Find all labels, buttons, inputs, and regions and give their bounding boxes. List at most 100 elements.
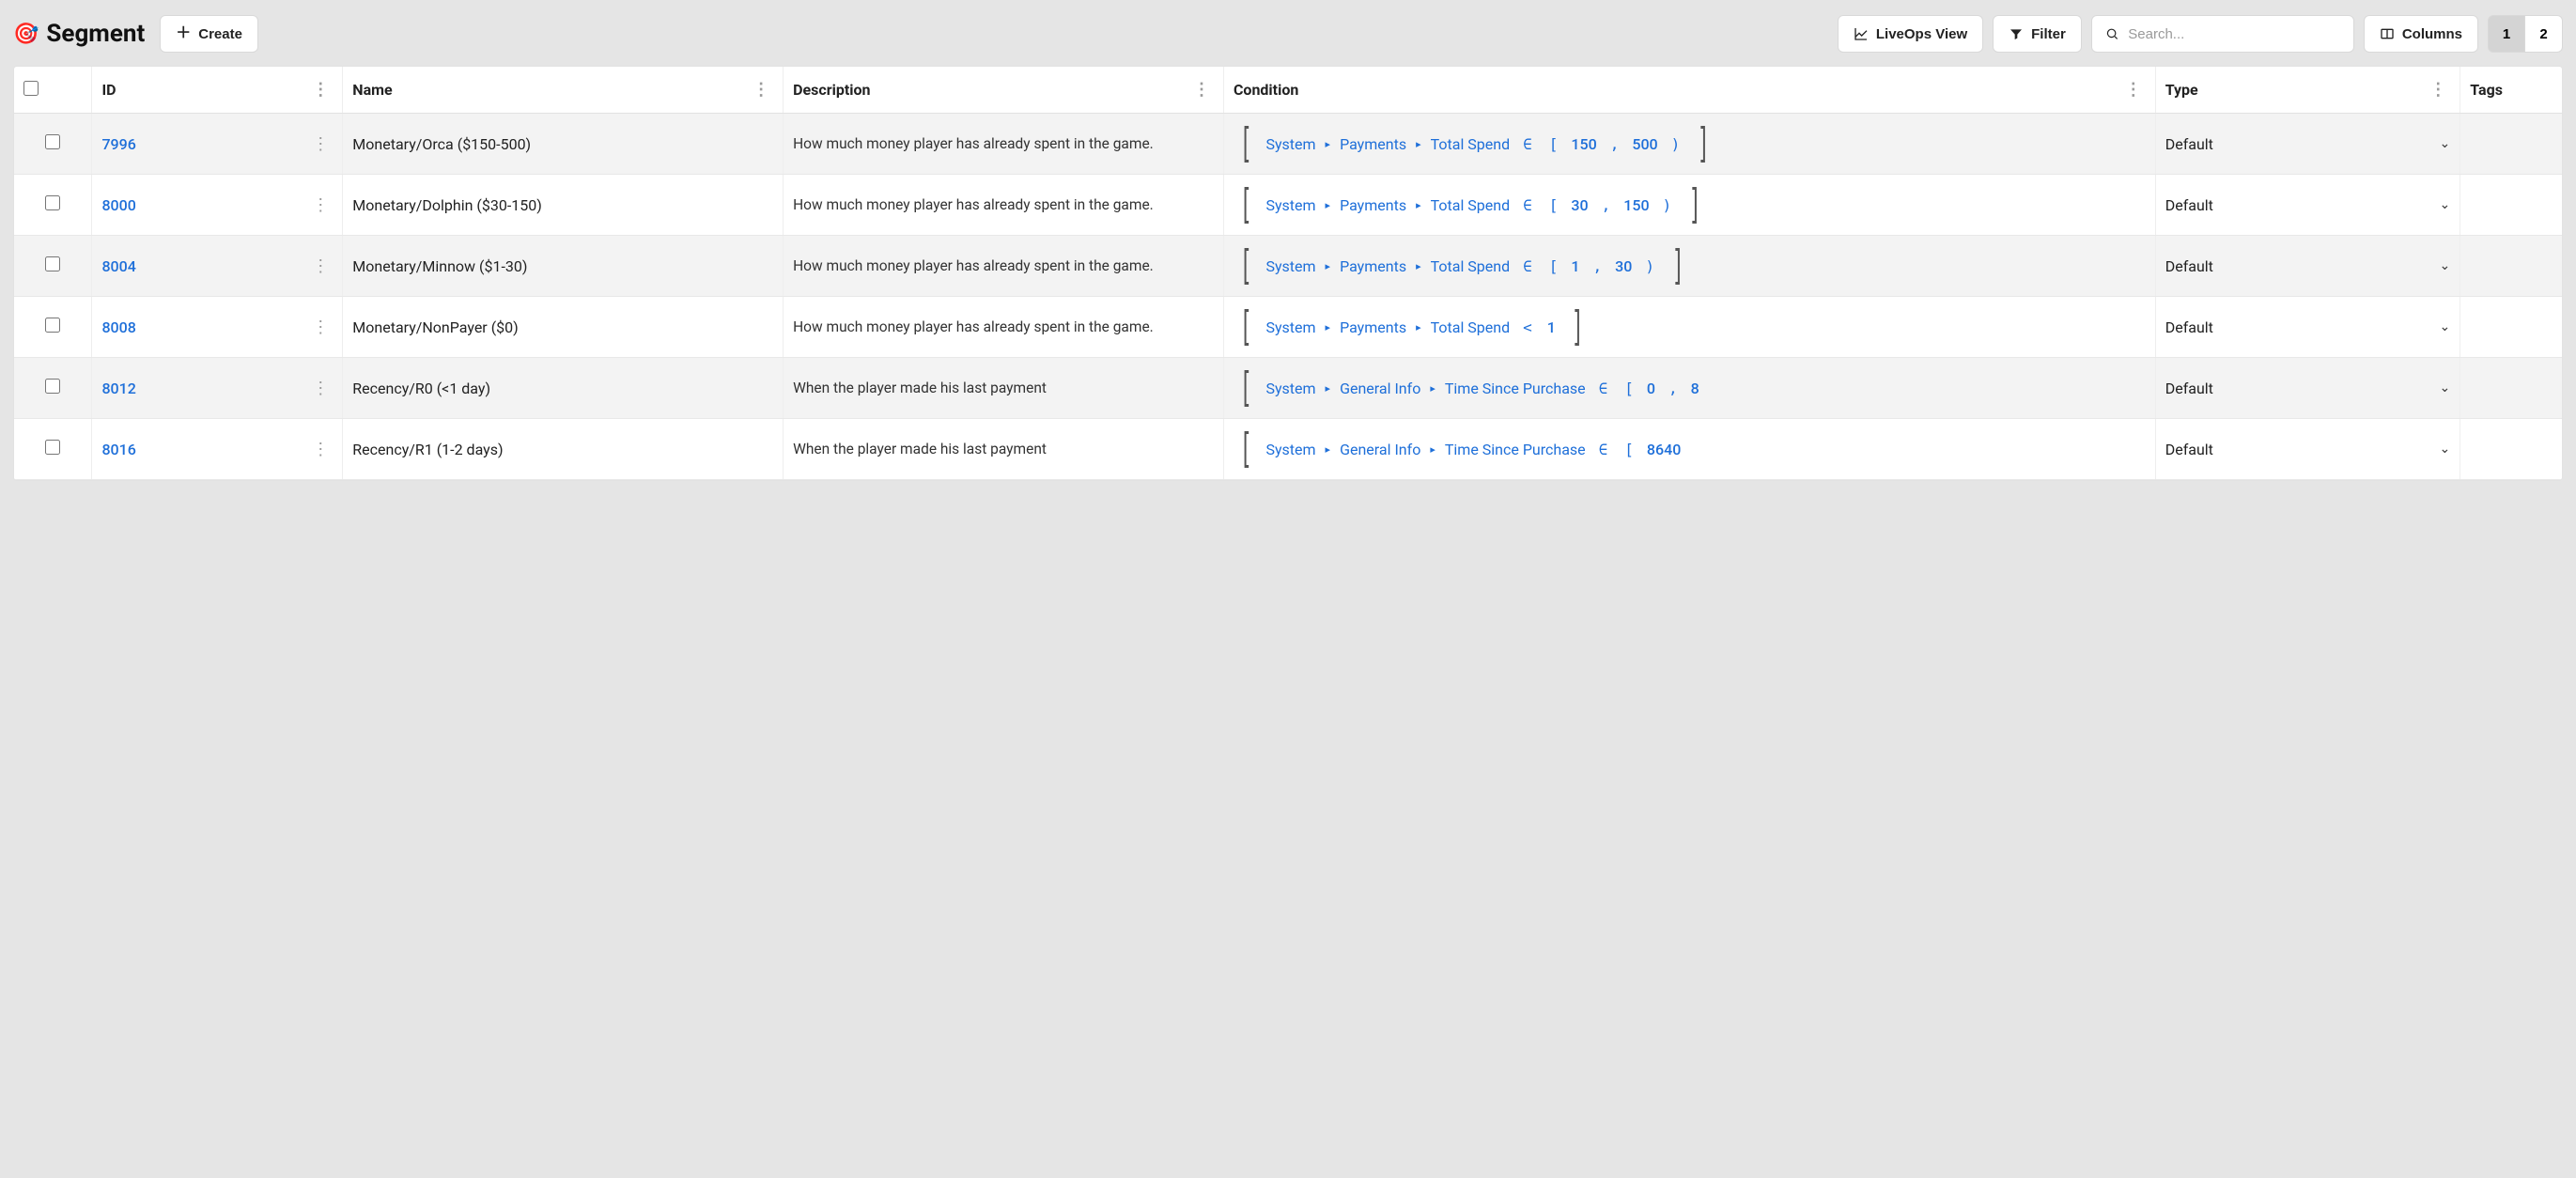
- segment-description: How much money player has already spent …: [793, 256, 1214, 276]
- range-open: [: [1545, 135, 1562, 153]
- page-button-1[interactable]: 1: [2488, 15, 2525, 53]
- condition-separator: ,: [1598, 196, 1615, 214]
- condition-path-segment: Total Spend: [1431, 257, 1511, 275]
- segment-tags: [2460, 114, 2562, 175]
- header-tags-label: Tags: [2470, 81, 2503, 99]
- chevron-right-icon: ▸: [1428, 443, 1437, 456]
- segment-id-link[interactable]: 7996: [101, 135, 135, 153]
- segment-id-link[interactable]: 8000: [101, 196, 135, 214]
- header-type[interactable]: Type ⋮: [2155, 67, 2460, 114]
- create-button[interactable]: ＋ Create: [160, 15, 258, 53]
- header-tags[interactable]: Tags: [2460, 67, 2562, 114]
- segment-tags: [2460, 236, 2562, 297]
- page-button-2[interactable]: 2: [2525, 15, 2563, 53]
- range-open: [: [1545, 257, 1562, 275]
- chevron-right-icon: ▸: [1414, 199, 1423, 211]
- condition-low-value: 30: [1569, 196, 1590, 214]
- chevron-down-icon[interactable]: ⌄: [2440, 319, 2451, 334]
- chevron-right-icon: ▸: [1414, 321, 1423, 333]
- header-condition-label: Condition: [1234, 81, 1298, 99]
- header-type-label: Type: [2165, 81, 2198, 99]
- chevron-down-icon[interactable]: ⌄: [2440, 197, 2451, 212]
- column-menu-icon[interactable]: ⋮: [308, 80, 333, 100]
- condition-low-value: 1: [1569, 257, 1581, 275]
- row-checkbox[interactable]: [45, 195, 60, 210]
- row-menu-icon[interactable]: ⋮: [308, 440, 333, 459]
- condition-path-segment: Total Spend: [1431, 196, 1511, 214]
- chevron-down-icon[interactable]: ⌄: [2440, 136, 2451, 151]
- row-checkbox[interactable]: [45, 318, 60, 333]
- segment-name: Monetary/NonPayer ($0): [343, 297, 784, 358]
- row-checkbox[interactable]: [45, 256, 60, 271]
- chevron-right-icon: ▸: [1324, 382, 1333, 395]
- filter-icon: [2009, 26, 2024, 41]
- bracket-close-icon: ]: [1572, 306, 1584, 348]
- condition-operator: <: [1517, 318, 1538, 336]
- chevron-right-icon: ▸: [1324, 138, 1333, 150]
- condition-operator: ∈: [1517, 257, 1538, 275]
- liveops-view-button[interactable]: LiveOps View: [1838, 15, 1983, 53]
- chevron-down-icon[interactable]: ⌄: [2440, 380, 2451, 395]
- row-checkbox[interactable]: [45, 134, 60, 149]
- select-all-checkbox[interactable]: [23, 81, 39, 96]
- row-checkbox[interactable]: [45, 379, 60, 394]
- search-icon: [2105, 26, 2118, 41]
- header-description[interactable]: Description ⋮: [784, 67, 1224, 114]
- filter-button[interactable]: Filter: [1993, 15, 2082, 53]
- column-menu-icon[interactable]: ⋮: [749, 80, 773, 100]
- condition-separator: ,: [1590, 257, 1606, 275]
- column-menu-icon[interactable]: ⋮: [2426, 80, 2450, 100]
- segment-name: Monetary/Orca ($150-500): [343, 114, 784, 175]
- bracket-open-icon: [: [1240, 123, 1252, 164]
- bracket-open-icon: [: [1240, 367, 1252, 409]
- bracket-open-icon: [: [1240, 245, 1252, 287]
- condition-low-value: 150: [1569, 135, 1598, 153]
- header-name[interactable]: Name ⋮: [343, 67, 784, 114]
- header-condition[interactable]: Condition ⋮: [1223, 67, 2155, 114]
- segment-tags: [2460, 419, 2562, 480]
- condition-operator: ∈: [1593, 441, 1614, 458]
- segment-id-link[interactable]: 8016: [101, 441, 135, 458]
- segment-name: Recency/R0 (<1 day): [343, 358, 784, 419]
- chevron-down-icon[interactable]: ⌄: [2440, 442, 2451, 457]
- condition-path-segment: System: [1265, 380, 1315, 397]
- table-row: 8008 ⋮ Monetary/NonPayer ($0) How much mone…: [14, 297, 2562, 358]
- header-name-label: Name: [352, 81, 392, 99]
- row-menu-icon[interactable]: ⋮: [308, 318, 333, 337]
- search-input[interactable]: [2128, 26, 2340, 42]
- toolbar: 🎯 Segment ＋ Create LiveOps View Filter C…: [13, 11, 2563, 66]
- table-row: 8004⋮Monetary/Minnow ($1-30)How much mon…: [14, 236, 2562, 297]
- row-menu-icon[interactable]: ⋮: [308, 256, 333, 276]
- condition-path-segment: System: [1265, 441, 1315, 458]
- condition-high-value: 500: [1630, 135, 1659, 153]
- columns-button[interactable]: Columns: [2364, 15, 2478, 53]
- condition-path-segment: System: [1265, 135, 1315, 153]
- segment-id-link[interactable]: 8008: [101, 318, 135, 336]
- column-menu-icon[interactable]: ⋮: [1189, 80, 1214, 100]
- create-button-label: Create: [198, 26, 242, 42]
- chevron-down-icon[interactable]: ⌄: [2440, 258, 2451, 273]
- column-menu-icon[interactable]: ⋮: [2121, 80, 2146, 100]
- segment-id-link[interactable]: 8004: [101, 257, 135, 275]
- segment-type: Default: [2165, 135, 2213, 153]
- bracket-close-icon: ]: [1698, 123, 1710, 164]
- row-menu-icon[interactable]: ⋮: [308, 379, 333, 398]
- segment-description: How much money player has already spent …: [793, 195, 1214, 215]
- condition-path-segment: Total Spend: [1431, 135, 1511, 153]
- segment-id-link[interactable]: 8012: [101, 380, 135, 397]
- row-menu-icon[interactable]: ⋮: [308, 195, 333, 215]
- segment-description: When the player made his last payment: [793, 379, 1214, 398]
- page-title: Segment: [46, 20, 145, 48]
- condition-path-segment: Payments: [1340, 318, 1406, 336]
- header-id[interactable]: ID ⋮: [92, 67, 343, 114]
- chevron-right-icon: ▸: [1428, 382, 1437, 395]
- segment-description: How much money player has already spent …: [793, 318, 1214, 337]
- segment-name: Monetary/Dolphin ($30-150): [343, 175, 784, 236]
- columns-icon: [2380, 26, 2395, 41]
- plus-icon: ＋: [176, 26, 191, 41]
- segment-type: Default: [2165, 318, 2213, 336]
- chevron-right-icon: ▸: [1414, 138, 1423, 150]
- row-menu-icon[interactable]: ⋮: [308, 134, 333, 154]
- row-checkbox[interactable]: [45, 440, 60, 455]
- search-field[interactable]: [2091, 15, 2354, 53]
